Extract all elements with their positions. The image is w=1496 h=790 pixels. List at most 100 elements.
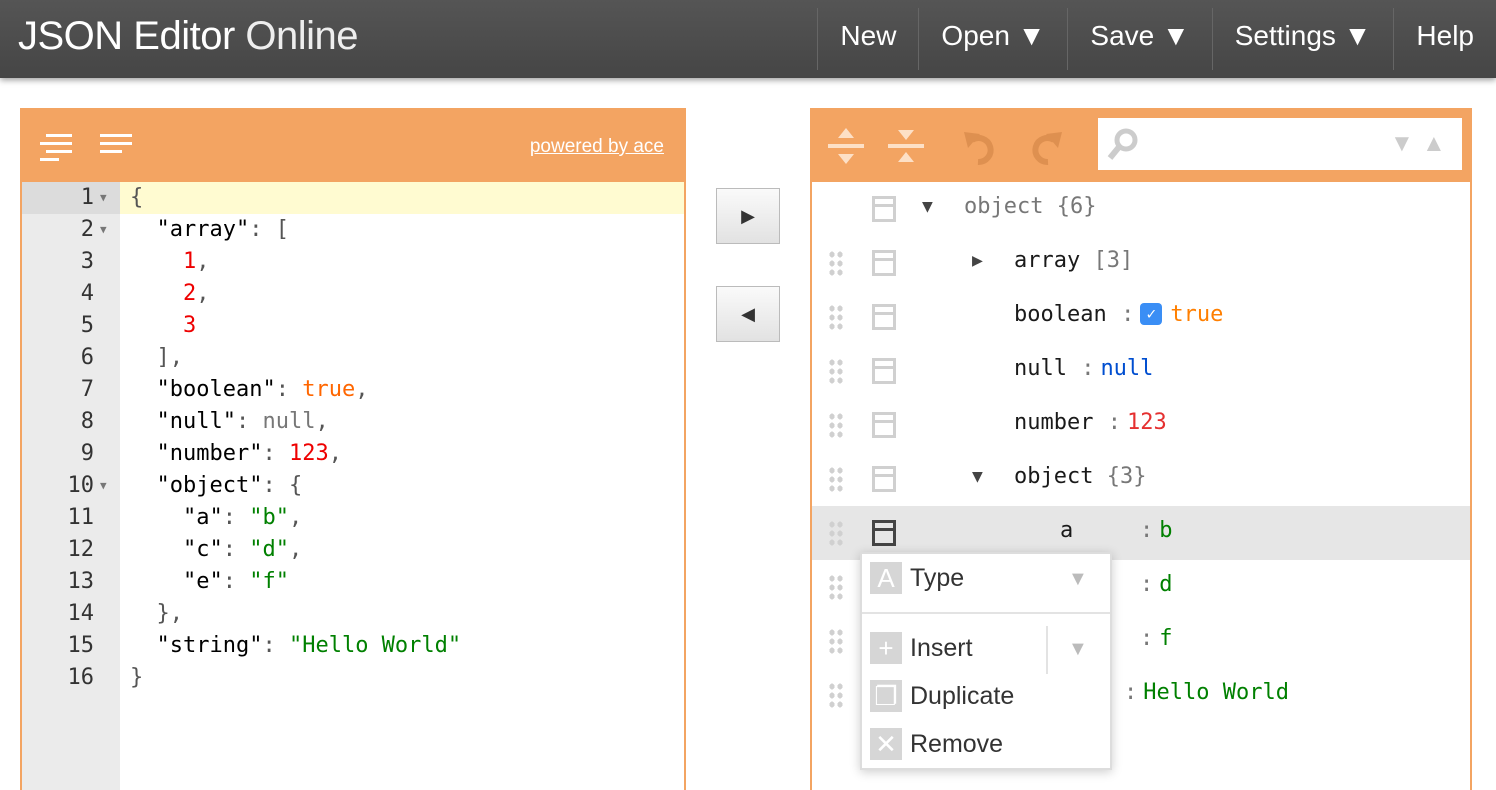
code-area[interactable]: 1 ▼{2 ▼ "array": [3 1, 4 2, 5 36 ], 7 "boolea… — [22, 182, 684, 694]
code-line[interactable]: 15 "string": "Hello World" — [22, 630, 684, 662]
search-input[interactable] — [1146, 128, 1376, 160]
code-line[interactable]: 16} — [22, 662, 684, 694]
checkbox[interactable]: ✓ — [1140, 303, 1163, 325]
code-token: null — [262, 409, 316, 434]
field-value[interactable]: f — [1159, 626, 1172, 651]
search-box[interactable]: ▼ ▲ — [1098, 118, 1462, 170]
tree-row[interactable]: boolean: ✓ true — [812, 290, 1470, 344]
compact-icon[interactable] — [100, 134, 132, 160]
search-previous-icon[interactable]: ▲ — [1422, 130, 1446, 158]
field-value[interactable]: null — [1100, 356, 1153, 381]
drag-handle-icon[interactable] — [828, 250, 844, 278]
field-value[interactable]: Hello World — [1143, 680, 1289, 705]
tree-row[interactable]: number:123 — [812, 398, 1470, 452]
menu-item-duplicate[interactable]: ❐ Duplicate — [870, 680, 1014, 712]
drag-handle-icon[interactable] — [828, 358, 844, 386]
insert-submenu-arrow-icon[interactable]: ▼ — [1068, 638, 1088, 661]
code-token: : — [262, 633, 289, 658]
code-token: "Hello World" — [288, 633, 462, 658]
field-name[interactable]: array — [1014, 248, 1080, 273]
fold-icon[interactable]: ▼ — [100, 214, 107, 246]
code-line[interactable]: 6 ], — [22, 342, 684, 374]
code-line[interactable]: 3 1, — [22, 246, 684, 278]
drag-handle-icon[interactable] — [828, 412, 844, 440]
tree-row[interactable]: ▼ object {3} — [812, 452, 1470, 506]
code-line[interactable]: 7 "boolean": true, — [22, 374, 684, 406]
menu-help[interactable]: Help — [1393, 8, 1496, 70]
code-token: 123 — [288, 441, 329, 466]
type-submenu-arrow-icon[interactable]: ▼ — [1068, 568, 1088, 591]
menu-save[interactable]: Save ▼ — [1067, 8, 1211, 70]
code-text: "a": "b", — [130, 502, 302, 534]
code-line[interactable]: 2 ▼ "array": [ — [22, 214, 684, 246]
tree-row[interactable]: ▼ object {6} — [812, 182, 1470, 236]
undo-icon[interactable] — [962, 128, 1002, 166]
context-menu-button[interactable] — [872, 304, 896, 330]
copy-to-left-button[interactable]: ◀ — [716, 286, 780, 342]
code-line[interactable]: 10 ▼ "object": { — [22, 470, 684, 502]
menu-new[interactable]: New — [817, 8, 918, 70]
collapse-icon[interactable]: ▼ — [972, 466, 983, 487]
context-menu-button[interactable] — [872, 520, 896, 546]
code-line[interactable]: 5 3 — [22, 310, 684, 342]
powered-by-ace-link[interactable]: powered by ace — [530, 136, 664, 158]
code-line[interactable]: 4 2, — [22, 278, 684, 310]
field-name[interactable]: object — [964, 194, 1043, 219]
code-token: : — [249, 217, 276, 242]
drag-handle-icon[interactable] — [828, 520, 844, 548]
line-number: 3 — [80, 249, 94, 274]
code-line[interactable]: 8 "null": null, — [22, 406, 684, 438]
code-line[interactable]: 12 "c": "d", — [22, 534, 684, 566]
drag-handle-icon[interactable] — [828, 682, 844, 710]
code-token: "a" — [182, 505, 223, 530]
drag-handle-icon[interactable] — [828, 304, 844, 332]
tree-row[interactable]: ▶ array [3] — [812, 236, 1470, 290]
menu-settings[interactable]: Settings ▼ — [1211, 8, 1394, 70]
code-token: "array" — [156, 217, 250, 242]
field-name[interactable]: null — [1014, 356, 1067, 381]
context-menu-button[interactable] — [872, 196, 896, 222]
code-line[interactable]: 11 "a": "b", — [22, 502, 684, 534]
field-name[interactable]: object — [1014, 464, 1093, 489]
menu-item-insert[interactable]: + Insert — [870, 632, 973, 664]
field-name[interactable]: number — [1014, 410, 1093, 435]
collapse-icon[interactable]: ▼ — [922, 196, 933, 217]
code-line[interactable]: 1 ▼ { — [22, 182, 684, 214]
code-token: , — [288, 505, 303, 530]
menu-item-type[interactable]: A Type — [870, 562, 964, 594]
collapse-all-icon[interactable] — [888, 126, 924, 166]
field-value[interactable]: 123 — [1127, 410, 1167, 435]
format-icon[interactable] — [40, 134, 72, 161]
field-value[interactable]: true — [1170, 302, 1223, 327]
context-menu-button[interactable] — [872, 412, 896, 438]
drag-handle-icon[interactable] — [828, 628, 844, 656]
code-token: , — [328, 441, 342, 466]
code-line[interactable]: 13 "e": "f" — [22, 566, 684, 598]
expand-all-icon[interactable] — [828, 126, 864, 166]
line-number: 9 — [80, 441, 94, 466]
code-line[interactable]: 9 "number": 123, — [22, 438, 684, 470]
search-next-icon[interactable]: ▼ — [1390, 130, 1414, 158]
expand-icon[interactable]: ▶ — [972, 250, 983, 271]
context-menu-button[interactable] — [872, 466, 896, 492]
context-menu-button[interactable] — [872, 250, 896, 276]
field-value[interactable]: b — [1159, 518, 1172, 543]
field-value[interactable]: d — [1159, 572, 1172, 597]
code-line[interactable]: 14 }, — [22, 598, 684, 630]
tree-row[interactable]: null: null — [812, 344, 1470, 398]
code-token: "f" — [249, 569, 289, 594]
drag-handle-icon[interactable] — [828, 574, 844, 602]
field-name[interactable]: a — [1060, 518, 1073, 543]
fold-icon[interactable]: ▼ — [100, 470, 107, 502]
redo-icon[interactable] — [1024, 128, 1064, 166]
context-menu-button[interactable] — [872, 358, 896, 384]
copy-to-right-button[interactable]: ▶ — [716, 188, 780, 244]
menu-item-remove[interactable]: ✕ Remove — [870, 728, 1003, 760]
field-name[interactable]: boolean — [1014, 302, 1107, 327]
main-menu: New Open ▼ Save ▼ Settings ▼ Help — [817, 8, 1496, 70]
drag-handle-icon[interactable] — [828, 466, 844, 494]
fold-icon[interactable]: ▼ — [100, 182, 107, 214]
menu-open[interactable]: Open ▼ — [918, 8, 1067, 70]
context-menu: A Type ▼ + Insert ▼ ❐ Duplicate ✕ Remove — [860, 552, 1112, 770]
